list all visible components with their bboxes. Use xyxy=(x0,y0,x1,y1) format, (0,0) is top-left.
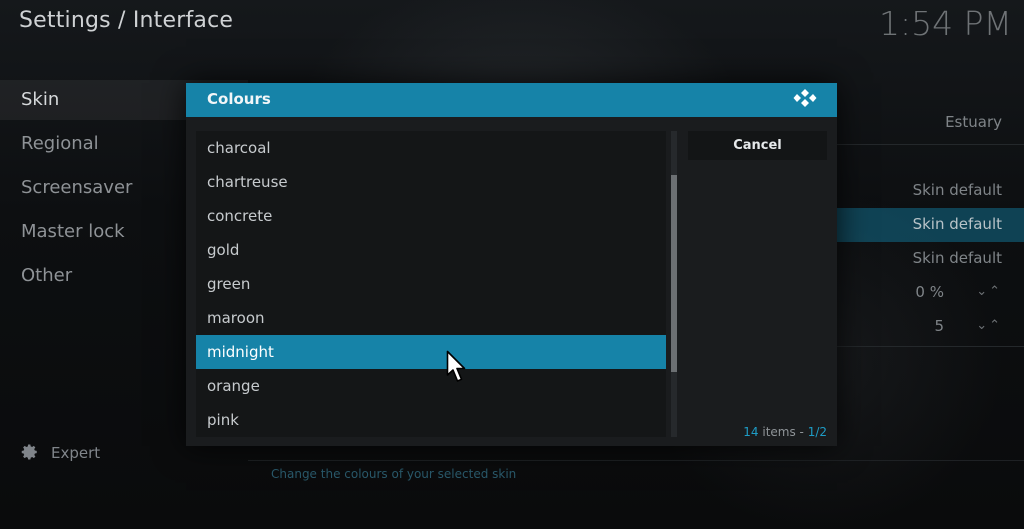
item-count-number: 14 xyxy=(743,425,759,439)
dialog-header: Colours xyxy=(186,83,837,117)
colours-dialog: Colours charcoal chartreuse concrete gol… xyxy=(186,83,837,446)
list-item[interactable]: pink xyxy=(196,403,666,437)
list-item[interactable]: chartreuse xyxy=(196,165,666,199)
setting-value: Estuary xyxy=(945,113,1002,131)
list-item-label: green xyxy=(207,275,251,293)
setting-value: 0 % xyxy=(915,283,944,301)
item-count: 14 items - 1/2 xyxy=(743,425,827,439)
list-item[interactable]: gold xyxy=(196,233,666,267)
list-item-label: maroon xyxy=(207,309,265,327)
gear-icon xyxy=(21,444,37,460)
footer-divider xyxy=(248,460,1024,461)
cancel-button[interactable]: Cancel xyxy=(688,131,827,160)
list-item[interactable]: orange xyxy=(196,369,666,403)
list-item-label: chartreuse xyxy=(207,173,288,191)
dialog-title: Colours xyxy=(207,90,271,108)
expert-label: Expert xyxy=(51,444,101,462)
list-item-selected[interactable]: midnight xyxy=(196,335,666,369)
page-indicator: 1/2 xyxy=(807,425,827,439)
setting-value: Skin default xyxy=(912,249,1002,267)
sidebar-item-label: Skin xyxy=(21,89,60,110)
sidebar-item-label: Other xyxy=(21,265,73,286)
colour-list[interactable]: charcoal chartreuse concrete gold green … xyxy=(196,131,666,437)
scrollbar-thumb[interactable] xyxy=(671,175,677,372)
expert-level-button[interactable]: Expert xyxy=(21,443,100,462)
setting-hint: Change the colours of your selected skin xyxy=(271,467,517,481)
page-title: Settings / Interface xyxy=(19,8,234,33)
top-bar: Settings / Interface 1:54 PM xyxy=(0,0,1024,80)
setting-value: Skin default xyxy=(912,181,1002,199)
sidebar-item-label: Screensaver xyxy=(21,177,133,198)
list-item[interactable]: maroon xyxy=(196,301,666,335)
list-item-label: concrete xyxy=(207,207,273,225)
list-item-label: charcoal xyxy=(207,139,271,157)
kodi-logo-icon xyxy=(793,89,817,107)
clock: 1:54 PM xyxy=(879,4,1012,43)
scrollbar[interactable] xyxy=(671,131,677,437)
setting-value: Skin default xyxy=(912,215,1002,233)
item-count-suffix: items - xyxy=(758,425,808,439)
list-item-label: pink xyxy=(207,411,239,429)
sidebar-item-label: Regional xyxy=(21,133,99,154)
list-item[interactable]: charcoal xyxy=(196,131,666,165)
list-item[interactable]: concrete xyxy=(196,199,666,233)
mouse-pointer-icon xyxy=(446,350,466,382)
sidebar-item-label: Master lock xyxy=(21,221,125,242)
list-item-label: orange xyxy=(207,377,260,395)
spinner-arrows-icon[interactable]: ⌄⌃ xyxy=(976,284,1002,299)
list-item-label: midnight xyxy=(207,343,274,361)
spinner-arrows-icon[interactable]: ⌄⌃ xyxy=(976,318,1002,333)
setting-value: 5 xyxy=(934,317,944,335)
list-item-label: gold xyxy=(207,241,240,259)
list-item[interactable]: green xyxy=(196,267,666,301)
